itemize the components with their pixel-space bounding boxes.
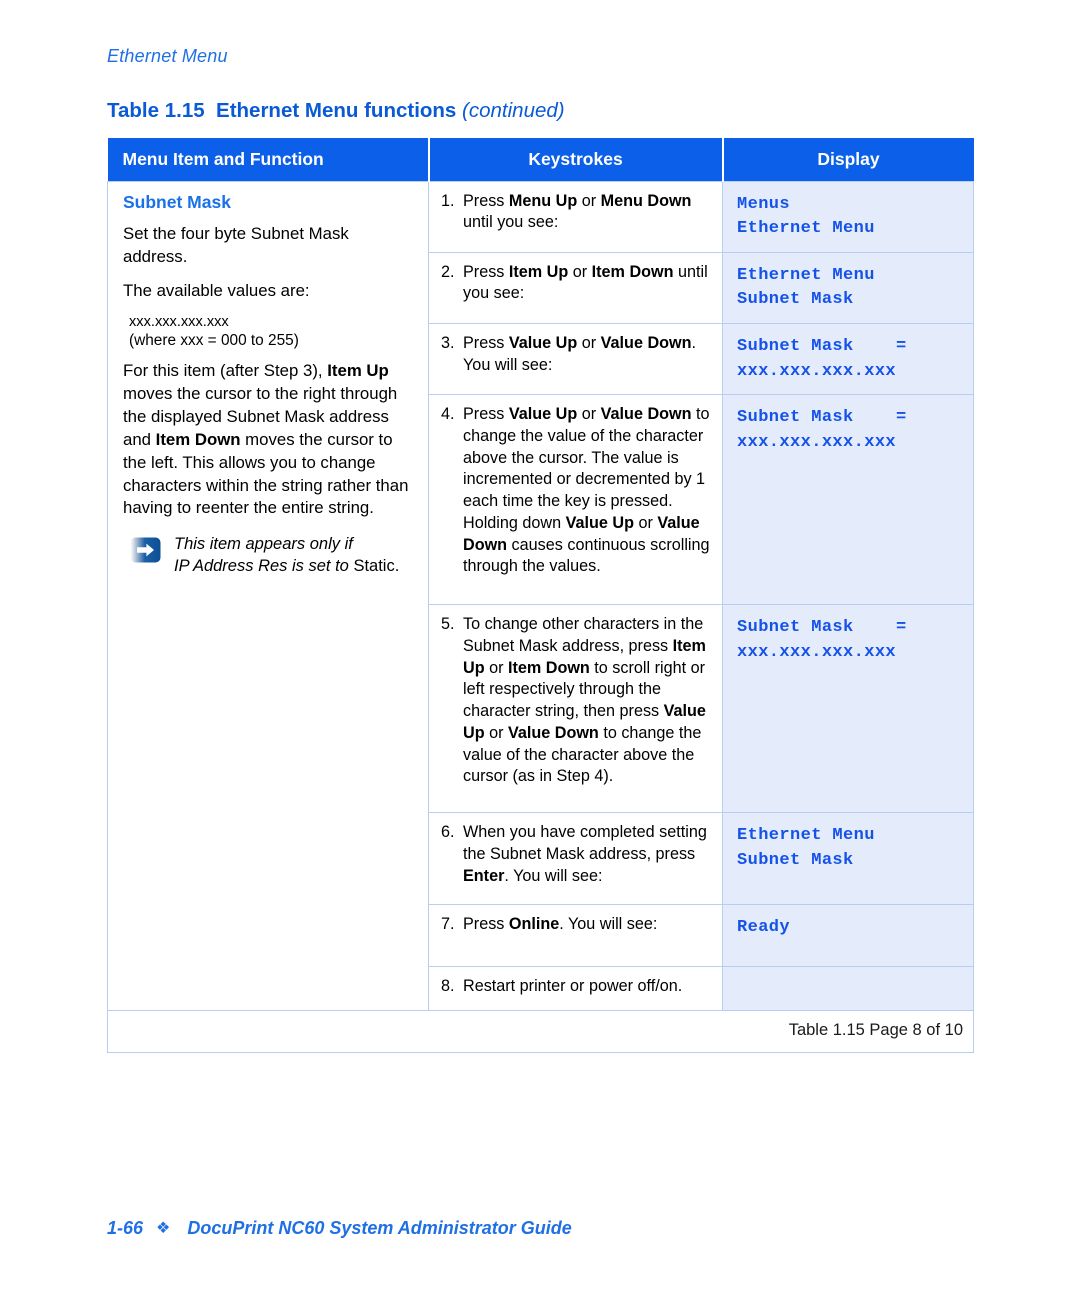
keystroke-cell-7: 7. Press Online. You will see:: [428, 904, 723, 968]
keystroke-cell-2: 2. Press Item Up or Item Down until you …: [428, 251, 723, 325]
table-caption-title: Ethernet Menu functions: [216, 99, 457, 122]
para3-item-down: Item Down: [155, 429, 241, 449]
keystroke-cell-8: 8. Restart printer or power off/on.: [428, 966, 723, 1012]
menu-item-values: xxx.xxx.xxx.xxx (where xxx = 000 to 255): [123, 314, 414, 351]
keystroke-cell-4: 4. Press Value Up or Value Down to chang…: [428, 394, 723, 606]
step-4: 4. Press Value Up or Value Down to chang…: [441, 404, 712, 578]
note-line-2: IP Address Res is set to: [174, 557, 354, 576]
menu-item-cell: Subnet Mask Set the four byte Subnet Mas…: [107, 180, 429, 1012]
table-header-row: Menu Item and Function Keystrokes Displa…: [107, 138, 974, 181]
guide-title: DocuPrint NC60 System Administrator Guid…: [187, 1218, 572, 1238]
menu-item-title: Subnet Mask: [123, 191, 231, 212]
menu-item-values-line1: xxx.xxx.xxx.xxx: [129, 313, 229, 330]
document-page: Ethernet Menu Table 1.15 Ethernet Menu f…: [0, 0, 1080, 1296]
keystroke-cell-6: 6. When you have completed setting the S…: [428, 812, 723, 906]
step-8: 8. Restart printer or power off/on.: [441, 976, 712, 998]
step-text: To change other characters in the Subnet…: [463, 615, 706, 786]
keystroke-cell-3: 3. Press Value Up or Value Down. You wil…: [428, 323, 723, 396]
page-footer: 1-66 ❖ DocuPrint NC60 System Administrator…: [107, 1218, 572, 1239]
step-5: 5. To change other characters in the Sub…: [441, 614, 712, 788]
column-header-menu-item: Menu Item and Function: [107, 138, 430, 181]
table-caption: Table 1.15 Ethernet Menu functions (cont…: [107, 99, 565, 123]
step-number: 7.: [441, 915, 455, 934]
running-header: Ethernet Menu: [107, 46, 228, 66]
step-1: 1. Press Menu Up or Menu Down until you …: [441, 191, 712, 234]
step-number: 6.: [441, 823, 455, 842]
menu-item-para-1: Set the four byte Subnet Mask address.: [123, 224, 349, 267]
display-cell-4: Subnet Mask = xxx.xxx.xxx.xxx: [722, 394, 974, 606]
step-number: 3.: [441, 334, 455, 353]
table-caption-label: Table 1.15: [107, 99, 205, 122]
step-2: 2. Press Item Up or Item Down until you …: [441, 262, 712, 305]
table-footer-row: Table 1.15 Page 8 of 10: [107, 1010, 974, 1054]
para3-item-up: Item Up: [327, 361, 389, 381]
note-block: This item appears only if IP Address Res…: [123, 534, 414, 578]
step-text: Press Menu Up or Menu Down until you see…: [463, 191, 692, 232]
keystroke-cell-5: 5. To change other characters in the Sub…: [428, 604, 723, 814]
step-text: Press Online. You will see:: [463, 915, 658, 934]
table-row: Subnet Mask Set the four byte Subnet Mas…: [107, 180, 974, 1012]
column-header-display: Display: [722, 138, 974, 181]
step-number: 8.: [441, 977, 455, 996]
display-cell-8: [722, 966, 974, 1012]
display-cell-2: Ethernet Menu Subnet Mask: [722, 251, 974, 325]
step-7: 7. Press Online. You will see:: [441, 914, 712, 936]
step-3: 3. Press Value Up or Value Down. You wil…: [441, 333, 712, 376]
page-number: 1-66: [107, 1218, 144, 1238]
note-text: This item appears only if IP Address Res…: [174, 534, 399, 578]
step-number: 5.: [441, 615, 455, 634]
step-text: Press Value Up or Value Down. You will s…: [463, 334, 697, 374]
diamond-bullet-icon: ❖: [156, 1220, 171, 1237]
step-text: Press Item Up or Item Down until you see…: [463, 262, 708, 303]
ethernet-menu-functions-table: Menu Item and Function Keystrokes Displa…: [107, 138, 974, 1054]
display-cell-1: Menus Ethernet Menu: [722, 180, 974, 253]
display-cell-3: Subnet Mask = xxx.xxx.xxx.xxx: [722, 323, 974, 396]
step-text: Restart printer or power off/on.: [463, 977, 683, 996]
menu-item-para-3: For this item (after Step 3), Item Up mo…: [123, 360, 414, 520]
column-header-keystrokes: Keystrokes: [428, 138, 724, 181]
table-caption-continued: (continued): [462, 99, 565, 122]
display-cell-5: Subnet Mask = xxx.xxx.xxx.xxx: [722, 604, 974, 814]
step-number: 4.: [441, 405, 455, 424]
menu-item-values-line2: (where xxx = 000 to 255): [129, 331, 299, 349]
display-cell-6: Ethernet Menu Subnet Mask: [722, 812, 974, 906]
step-text: Press Value Up or Value Down to change t…: [463, 405, 710, 576]
step-number: 1.: [441, 191, 455, 210]
keystroke-cell-1: 1. Press Menu Up or Menu Down until you …: [428, 180, 723, 253]
table-footer: Table 1.15 Page 8 of 10: [107, 1010, 974, 1054]
step-text: When you have completed setting the Subn…: [463, 823, 707, 885]
menu-item-para-2: The available values are:: [123, 280, 310, 300]
step-6: 6. When you have completed setting the S…: [441, 822, 712, 887]
note-line-1: This item appears only if: [174, 535, 353, 554]
step-number: 2.: [441, 262, 455, 281]
display-cell-7: Ready: [722, 904, 974, 968]
note-line-2-static: Static.: [353, 557, 400, 576]
note-arrow-icon: [130, 537, 161, 563]
para3-run-a: For this item (after Step 3),: [123, 361, 328, 381]
